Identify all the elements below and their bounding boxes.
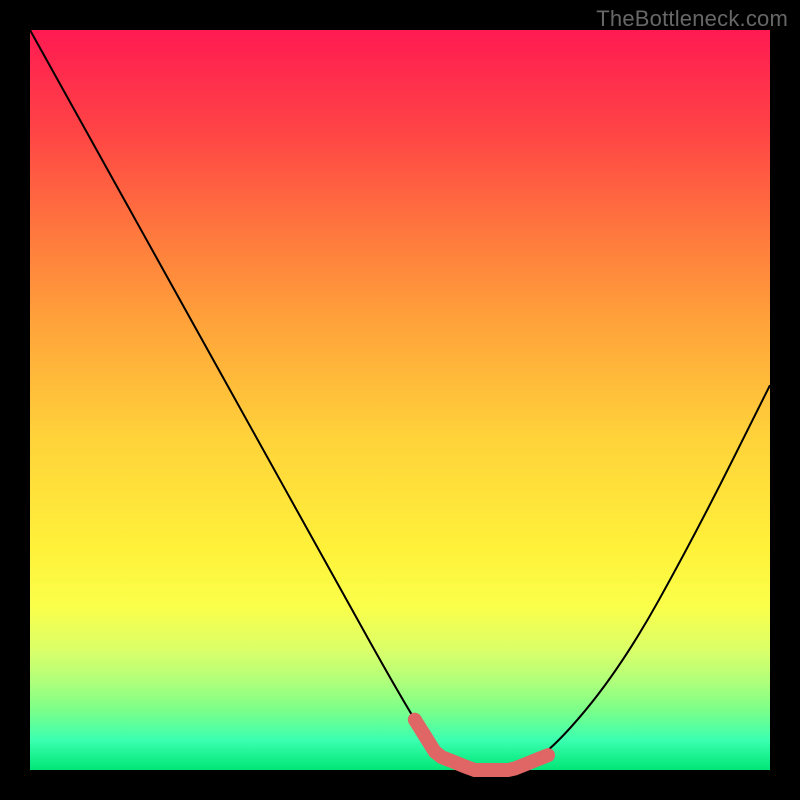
curve-svg [30,30,770,770]
watermark-text: TheBottleneck.com [596,6,788,32]
bottleneck-curve-path [30,30,770,770]
bottleneck-chart: TheBottleneck.com [0,0,800,800]
plot-area [30,30,770,770]
optimal-range-marker [415,720,548,770]
